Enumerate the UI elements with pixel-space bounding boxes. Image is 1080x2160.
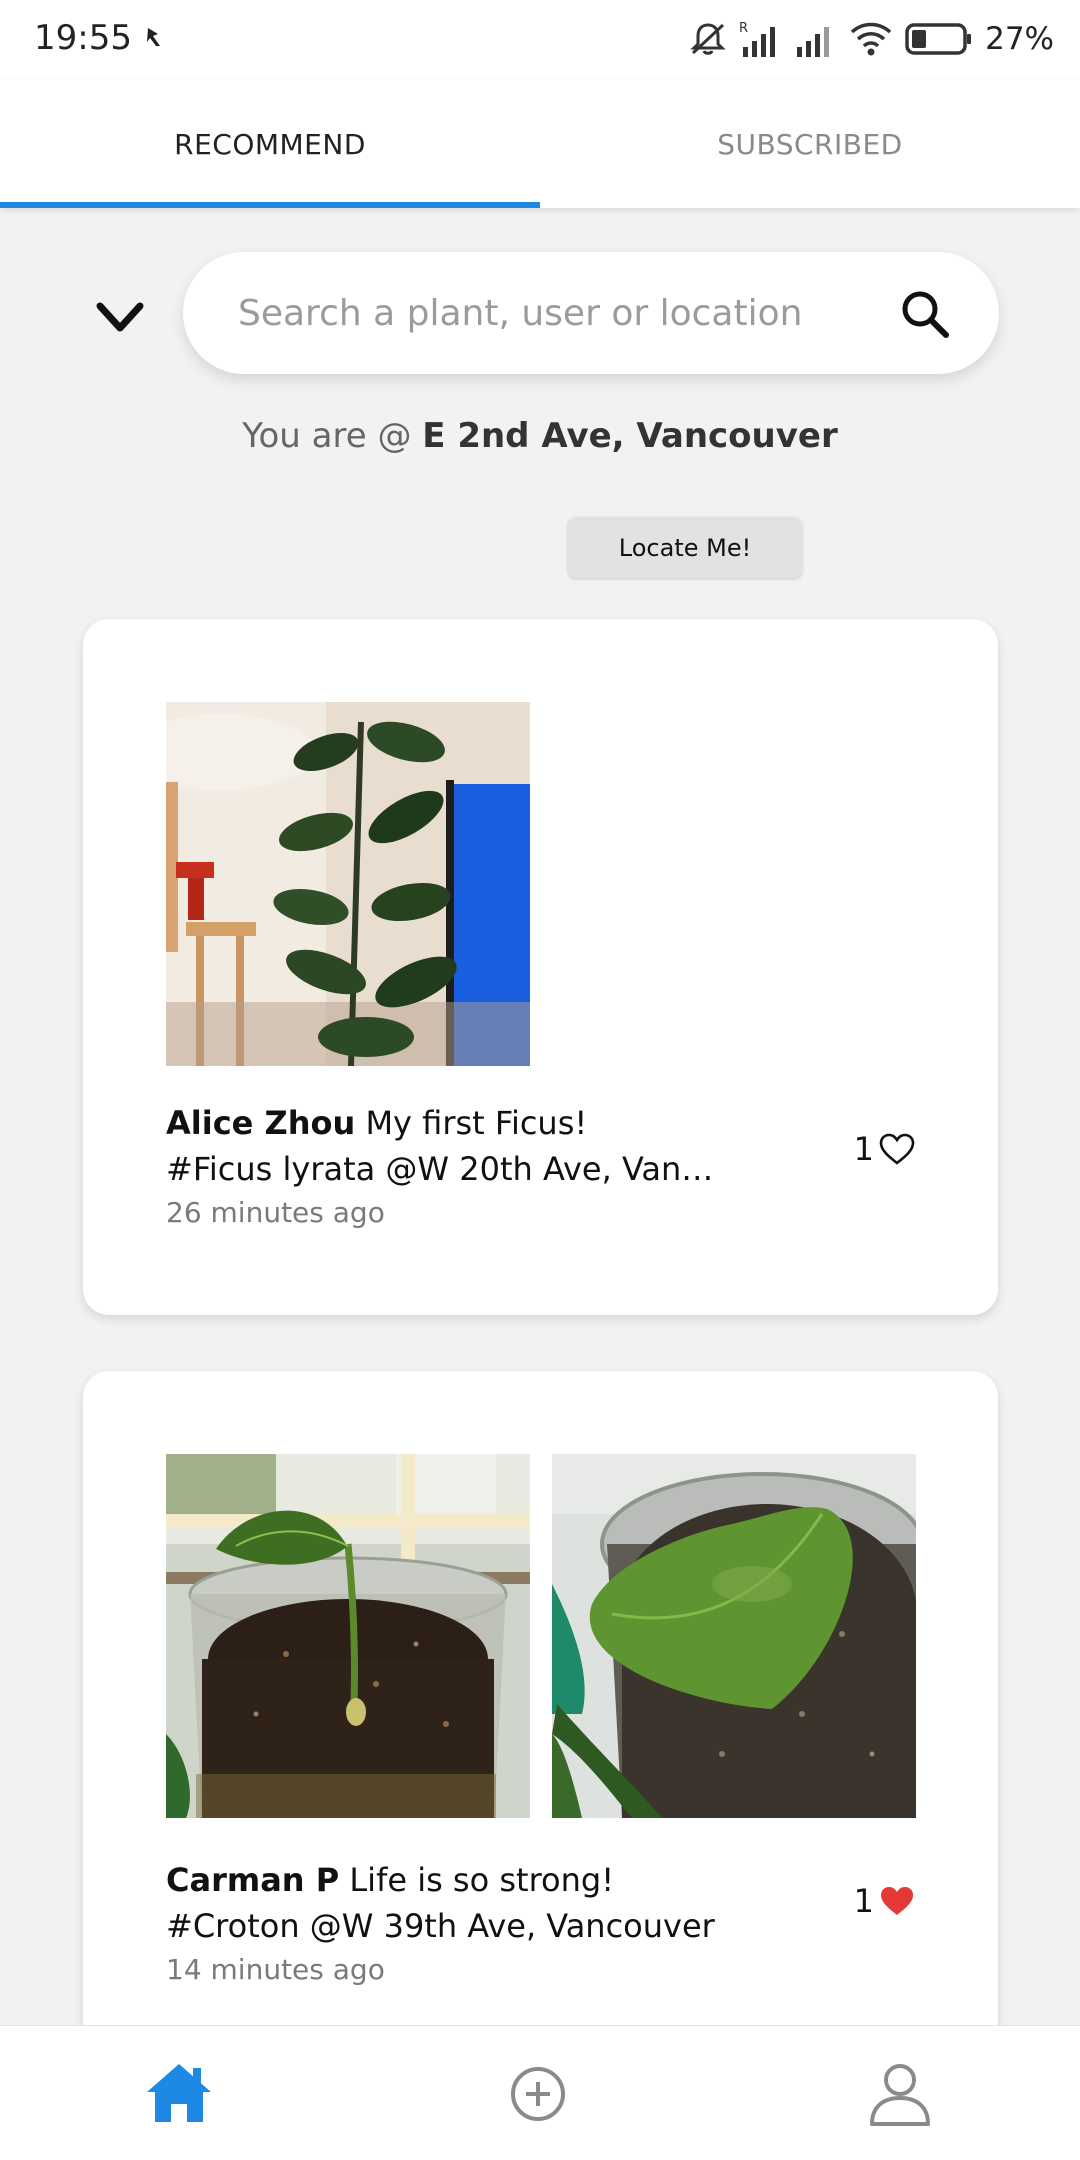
croton-leaf-closeup-photo[interactable] [552, 1454, 916, 1818]
battery-percent: 27% [985, 21, 1054, 57]
like-count: 1 [853, 1882, 874, 1920]
app-notification-icon [147, 28, 160, 46]
location-prefix: You are @ [242, 416, 423, 456]
post-timestamp: 14 minutes ago [166, 1953, 385, 1986]
like-control[interactable]: 1 [854, 1130, 916, 1168]
post-caption: My first Ficus! [365, 1104, 588, 1142]
post-text: Alice Zhou My first Ficus! #Ficus lyrata… [166, 1104, 806, 1229]
post-caption: Life is so strong! [349, 1861, 615, 1899]
post-tags-location[interactable]: #Ficus lyrata @W 20th Ave, Vanco… [166, 1150, 726, 1188]
post-username[interactable]: Alice Zhou [166, 1104, 355, 1142]
home-icon[interactable] [143, 2058, 215, 2130]
search-input[interactable] [238, 282, 858, 344]
chevron-down-icon[interactable] [92, 296, 148, 340]
post-header: Alice Zhou My first Ficus! [166, 1104, 806, 1142]
top-tabs: RECOMMEND SUBSCRIBED [0, 80, 1080, 208]
heart-outline-icon[interactable] [878, 1132, 916, 1166]
svg-text:R: R [739, 21, 748, 36]
active-tab-indicator [0, 202, 540, 208]
status-bar: 19:55 R 27% [0, 0, 1080, 80]
post-text: Carman P Life is so strong! #Croton @W 3… [166, 1861, 806, 1986]
like-count: 1 [853, 1130, 874, 1168]
notification-muted-icon [690, 23, 726, 55]
post-tags-location[interactable]: #Croton @W 39th Ave, Vancouver [166, 1907, 726, 1945]
search-bar [183, 252, 999, 374]
post-username[interactable]: Carman P [166, 1861, 339, 1899]
post-timestamp: 26 minutes ago [166, 1196, 385, 1229]
current-location: You are @ E 2nd Ave, Vancouver [0, 416, 1080, 456]
ficus-plant-photo[interactable] [166, 702, 530, 1066]
tab-subscribed[interactable]: SUBSCRIBED [540, 80, 1080, 208]
status-time: 19:55 [34, 18, 132, 58]
like-control[interactable]: 1 [854, 1882, 916, 1920]
user-icon[interactable] [864, 2058, 936, 2130]
heart-filled-icon[interactable] [878, 1884, 916, 1918]
signal-roaming-icon: R [739, 21, 776, 57]
signal-icon [797, 27, 830, 57]
status-icons: R 27% [689, 16, 1054, 62]
locate-me-button[interactable]: Locate Me! [568, 517, 802, 578]
croton-seedling-photo[interactable] [166, 1454, 530, 1818]
bottom-navigation [0, 2025, 1080, 2160]
add-circle-icon[interactable] [502, 2058, 574, 2130]
search-icon[interactable] [899, 288, 951, 340]
location-name: E 2nd Ave, Vancouver [422, 416, 838, 456]
post-card[interactable]: Carman P Life is so strong! #Croton @W 3… [83, 1371, 998, 2131]
post-card[interactable]: Alice Zhou My first Ficus! #Ficus lyrata… [83, 619, 998, 1315]
post-header: Carman P Life is so strong! [166, 1861, 806, 1899]
wifi-icon [850, 22, 892, 56]
battery-icon [905, 23, 972, 55]
tab-recommend[interactable]: RECOMMEND [0, 80, 540, 208]
